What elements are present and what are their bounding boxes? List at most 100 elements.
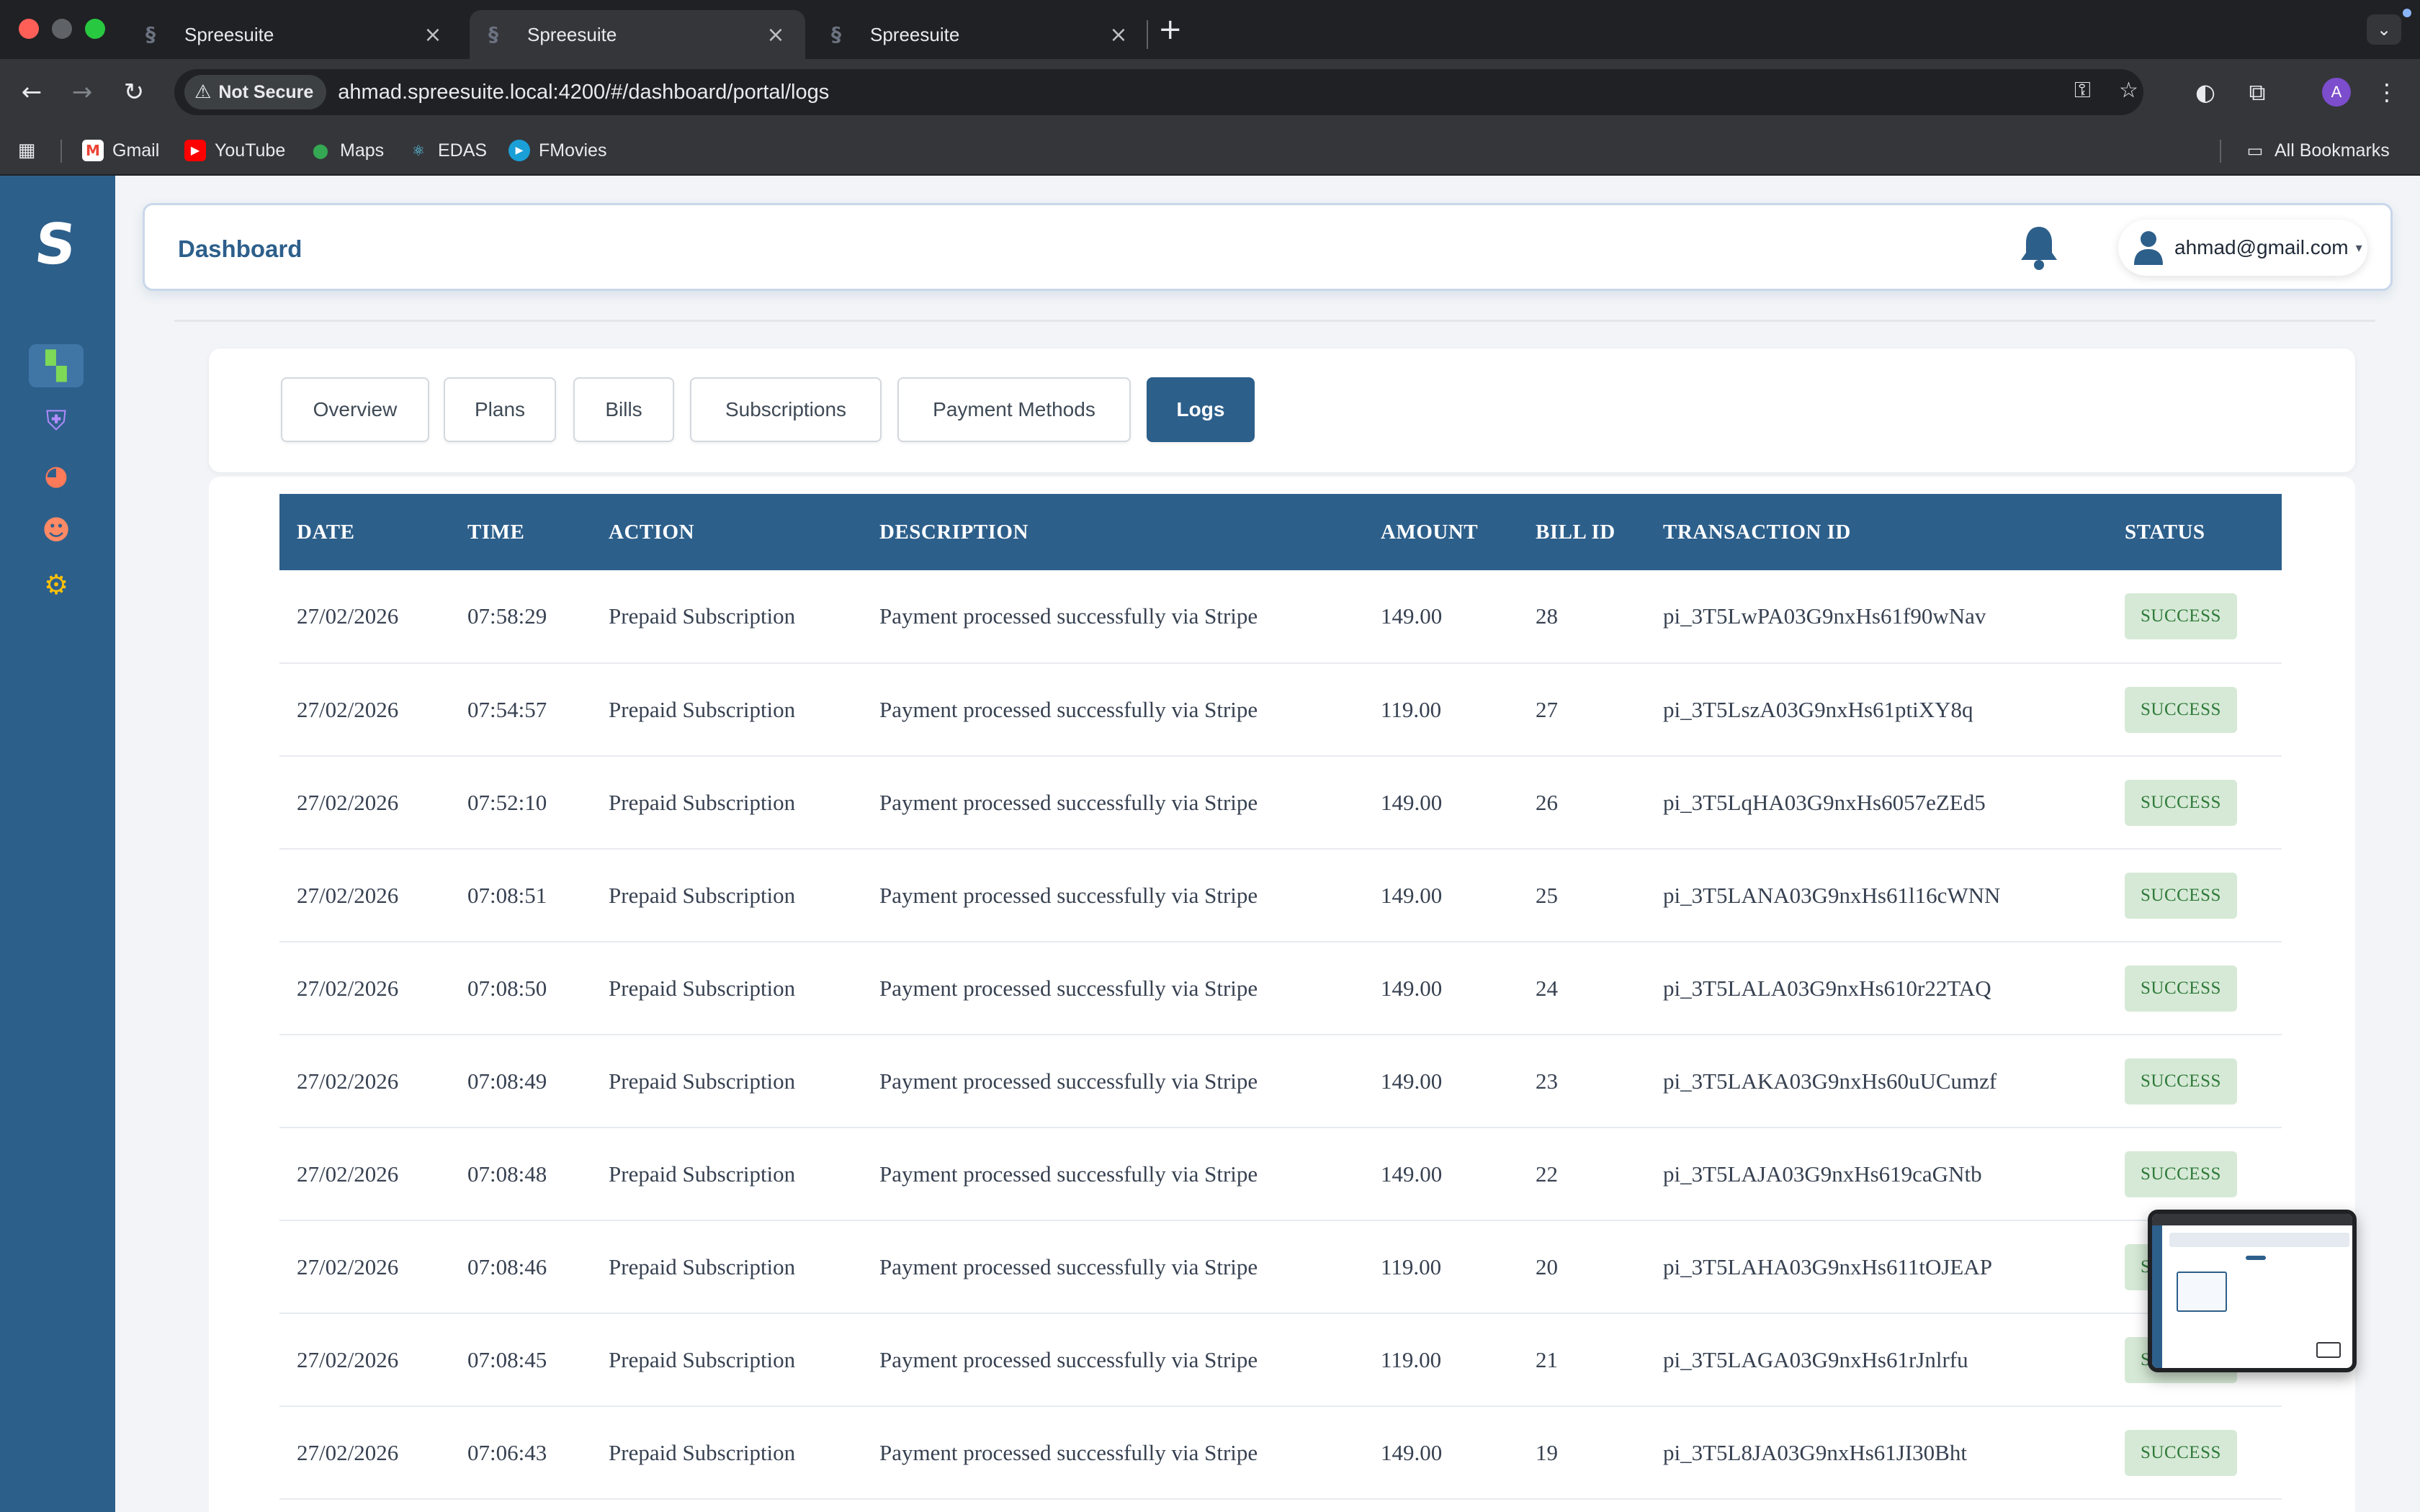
table-row[interactable]: 27/02/2026 07:08:50 Prepaid Subscription… [279,942,2282,1035]
tab-subscriptions[interactable]: Subscriptions [690,377,882,442]
back-arrow-icon[interactable]: ← [14,75,49,109]
column-header-transaction-id[interactable]: TRANSACTION ID [1646,494,2107,570]
window-minimize-button[interactable] [52,19,72,39]
close-tab-icon[interactable]: × [422,22,444,48]
fmovies-icon: ▶ [508,140,530,161]
password-key-icon[interactable]: ⚿ [2074,78,2091,103]
cell-bill-id: 25 [1536,882,1558,908]
window-close-button[interactable] [19,19,39,39]
status-badge: SUCCESS [2125,686,2237,733]
bookmark-edas[interactable]: ⚛ EDAS [408,137,487,164]
cell-action: Prepaid Subscription [609,1068,796,1094]
cell-action: Prepaid Subscription [609,975,796,1001]
dashboard-grid-icon: ▚ [45,350,67,382]
table-row[interactable]: 27/02/2026 07:08:51 Prepaid Subscription… [279,849,2282,942]
table-row[interactable]: 27/02/2026 07:52:10 Prepaid Subscription… [279,756,2282,849]
user-menu[interactable]: ahmad@gmail.com ▾ [2118,220,2367,276]
thumbnail-tab [2246,1256,2266,1260]
column-header-bill-id[interactable]: BILL ID [1518,494,1646,570]
cell-description: Payment processed successfully via Strip… [879,696,1258,722]
sidebar-item-security[interactable]: ⛨ [29,399,84,442]
table-row[interactable]: 27/02/2026 07:08:49 Prepaid Subscription… [279,1035,2282,1128]
table-row[interactable]: 27/02/2026 07:54:57 Prepaid Subscription… [279,663,2282,756]
column-header-description[interactable]: DESCRIPTION [862,494,1363,570]
bookmark-gmail[interactable]: M Gmail [82,137,159,164]
cell-amount: 149.00 [1381,882,1443,908]
url-text[interactable]: ahmad.spreesuite.local:4200/#/dashboard/… [338,81,829,104]
table-row[interactable]: 27/02/2026 07:58:29 Prepaid Subscription… [279,570,2282,663]
browser-tab-title: Spreesuite [527,23,617,45]
thumbnail-sidebar [2152,1225,2162,1368]
extension-circle-icon[interactable]: ◐ [2188,75,2223,109]
bookmark-label: EDAS [438,140,488,161]
cell-time: 07:06:43 [467,1439,547,1465]
tab-bills[interactable]: Bills [573,377,674,442]
table-row[interactable]: 27/02/2026 07:08:48 Prepaid Subscription… [279,1128,2282,1220]
security-chip[interactable]: ⚠ Not Secure [184,75,327,109]
cell-bill-id: 27 [1536,696,1558,722]
spreesuite-favicon-icon: § [145,22,156,46]
cell-date: 27/02/2026 [297,1068,399,1094]
cell-transaction-id: pi_3T5LANA03G9nxHs61l16cWNN [1663,882,2001,908]
column-header-action[interactable]: ACTION [591,494,862,570]
browser-tab[interactable]: § Spreesuite × [127,10,462,59]
user-avatar-icon [2134,231,2163,265]
tab-payment-methods[interactable]: Payment Methods [897,377,1131,442]
cell-amount: 119.00 [1381,696,1442,722]
address-bar[interactable]: ⚠ Not Secure ahmad.spreesuite.local:4200… [174,69,2143,115]
new-tab-plus-icon[interactable]: + [1158,13,1183,46]
browser-tab[interactable]: § Spreesuite × [812,10,1148,59]
logs-table-card: DATE TIME ACTION DESCRIPTION AMOUNT BILL… [209,477,2355,1512]
sidebar-item-users[interactable]: ☻ [29,508,84,552]
bookmark-star-icon[interactable]: ☆ [2119,78,2138,103]
close-tab-icon[interactable]: × [1108,22,1129,48]
bookmark-separator [60,140,62,163]
bookmark-youtube[interactable]: ▶ YouTube [184,137,285,164]
spreesuite-logo[interactable]: S [30,212,81,277]
table-row[interactable]: 27/02/2026 07:08:46 Prepaid Subscription… [279,1220,2282,1313]
sidebar-item-settings[interactable]: ⚙ [29,563,84,606]
status-badge: SUCCESS [2125,1058,2237,1104]
sidebar-item-dashboard[interactable]: ▚ [29,344,84,387]
cell-bill-id: 23 [1536,1068,1558,1094]
browser-menu-kebab-icon[interactable]: ⋮ [2370,75,2404,109]
apps-grid-icon[interactable]: ▦ [16,137,46,164]
table-row[interactable]: 27/02/2026 07:08:45 Prepaid Subscription… [279,1313,2282,1406]
cell-time: 07:08:48 [467,1161,547,1187]
window-zoom-button[interactable] [85,19,105,39]
header-divider [174,320,2375,322]
cell-transaction-id: pi_3T5LALA03G9nxHs610r22TAQ [1663,975,1991,1001]
column-header-status[interactable]: STATUS [2107,494,2282,570]
table-row[interactable]: 27/02/2026 07:06:43 Prepaid Subscription… [279,1406,2282,1499]
thumbnail-toolbar [2152,1214,2352,1225]
column-header-amount[interactable]: AMOUNT [1363,494,1518,570]
forward-arrow-icon[interactable]: → [65,75,99,109]
reload-icon[interactable]: ↻ [117,75,151,109]
profile-avatar[interactable]: A [2322,78,2351,107]
notification-bell-icon[interactable] [2017,224,2061,271]
tab-overview[interactable]: Overview [281,377,429,442]
cell-status: SUCCESS [2107,849,2282,942]
cell-amount: 119.00 [1381,1346,1442,1372]
browser-toolbar: ← → ↻ ⚠ Not Secure ahmad.spreesuite.loca… [0,59,2420,125]
extensions-puzzle-icon[interactable]: ⧉ [2240,75,2275,109]
sidebar-item-analytics[interactable]: ◕ [29,454,84,497]
cell-description: Payment processed successfully via Strip… [879,882,1258,908]
warning-triangle-icon: ⚠ [194,81,212,103]
close-tab-icon[interactable]: × [765,22,786,48]
all-bookmarks[interactable]: ▭ All Bookmarks [2244,137,2390,164]
bookmark-maps[interactable]: ⬤ Maps [310,137,384,164]
cell-bill-id: 26 [1536,789,1558,815]
edas-icon: ⚛ [412,142,425,159]
tab-search-chevron-icon[interactable]: ⌄ [2367,14,2401,45]
cell-description: Payment processed successfully via Strip… [879,603,1258,629]
column-header-time[interactable]: TIME [450,494,591,570]
tab-plans[interactable]: Plans [444,377,556,442]
bookmark-fmovies[interactable]: ▶ FMovies [508,137,606,164]
tab-logs[interactable]: Logs [1147,377,1255,442]
cell-time: 07:08:51 [467,882,547,908]
column-header-date[interactable]: DATE [279,494,450,570]
browser-tab-active[interactable]: § Spreesuite × [470,10,805,59]
screenshot-thumbnail-preview[interactable] [2148,1210,2357,1372]
cell-transaction-id: pi_3T5LqHA03G9nxHs6057eZEd5 [1663,789,1986,815]
